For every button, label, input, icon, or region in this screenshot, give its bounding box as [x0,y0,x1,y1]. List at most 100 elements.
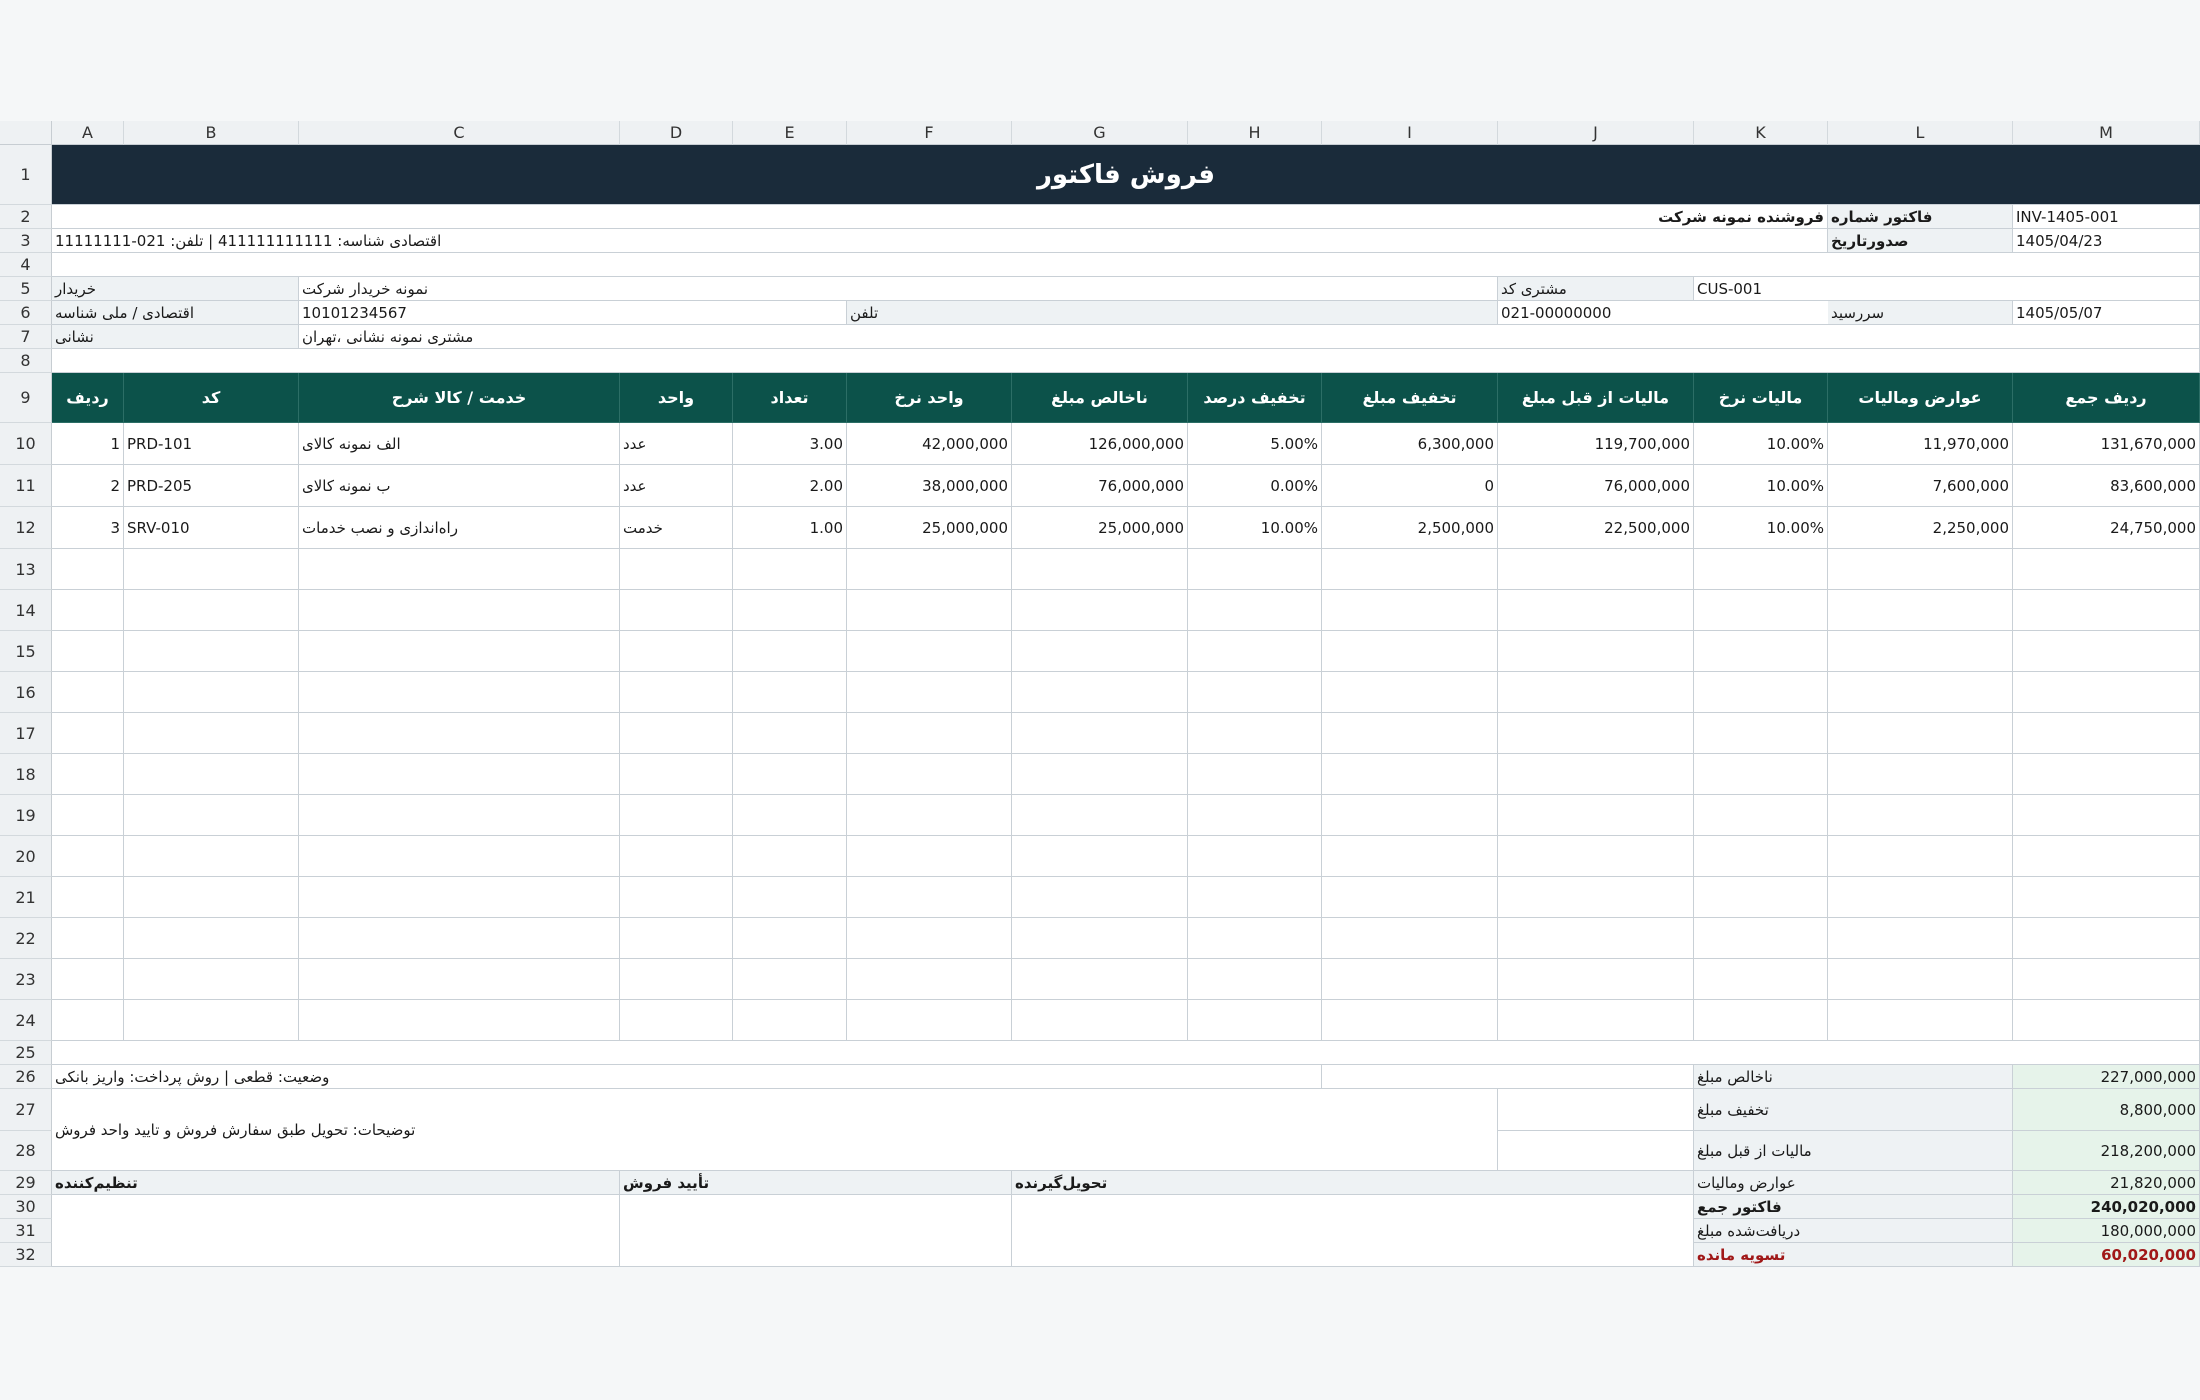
empty-cell[interactable] [1188,795,1322,836]
empty-cell[interactable] [1012,877,1188,918]
row-header-26[interactable]: 26 [0,1065,52,1089]
column-header-D[interactable]: D [620,121,733,145]
empty-cell[interactable] [733,877,847,918]
table-header-7[interactable]: تخفیف درصد [1188,373,1322,423]
table-cell-r3-c1[interactable]: SRV-010 [124,507,299,549]
table-cell-r3-c0[interactable]: 3 [52,507,124,549]
empty-cell[interactable] [2013,1000,2200,1041]
empty-cell[interactable] [124,1000,299,1041]
empty-cell[interactable] [620,877,733,918]
empty-cell[interactable] [1498,1089,1694,1131]
row-header-5[interactable]: 5 [0,277,52,301]
empty-cell[interactable] [1322,918,1498,959]
table-cell-r3-c3[interactable]: خدمت [620,507,733,549]
table-header-6[interactable]: ناخالص مبلغ [1012,373,1188,423]
empty-cell[interactable] [299,713,620,754]
summary-label-4[interactable]: فاکتور جمع [1694,1195,2013,1219]
empty-cell[interactable] [733,918,847,959]
column-header-G[interactable]: G [1012,121,1188,145]
column-header-C[interactable]: C [299,121,620,145]
empty-cell[interactable] [1322,795,1498,836]
table-cell-r2-c1[interactable]: PRD-205 [124,465,299,507]
table-cell-r1-c4[interactable]: 3.00 [733,423,847,465]
row-header-20[interactable]: 20 [0,836,52,877]
row-header-17[interactable]: 17 [0,713,52,754]
customer-code-label[interactable]: مشتری کد [1498,277,1694,301]
empty-cell[interactable] [847,672,1012,713]
empty-cell[interactable] [299,631,620,672]
table-cell-r2-c0[interactable]: 2 [52,465,124,507]
empty-cell[interactable] [1694,836,1828,877]
table-cell-r2-c6[interactable]: 76,000,000 [1012,465,1188,507]
table-cell-r3-c8[interactable]: 2,500,000 [1322,507,1498,549]
empty-cell[interactable] [299,795,620,836]
empty-cell[interactable] [2013,795,2200,836]
row-header-6[interactable]: 6 [0,301,52,325]
column-header-B[interactable]: B [124,121,299,145]
table-cell-r1-c11[interactable]: 11,970,000 [1828,423,2013,465]
sig-receiver-box[interactable] [1012,1195,1694,1267]
empty-cell[interactable] [620,959,733,1000]
empty-cell[interactable] [124,959,299,1000]
empty-cell[interactable] [620,754,733,795]
empty-cell[interactable] [1828,713,2013,754]
empty-cell[interactable] [1694,795,1828,836]
table-cell-r3-c4[interactable]: 1.00 [733,507,847,549]
spreadsheet-grid[interactable]: A B C D E F G H I J K L M 1 2 3 4 5 6 7 8 9 10 11 12 13 14 15 16 17 18… [0,0,2200,1400]
empty-cell[interactable] [1828,918,2013,959]
empty-cell[interactable] [124,631,299,672]
notes-text[interactable]: توضیحات: تحویل طبق سفارش فروش و تایید وا… [52,1089,1498,1171]
empty-cell[interactable] [2013,549,2200,590]
table-cell-r2-c4[interactable]: 2.00 [733,465,847,507]
empty-cell[interactable] [1828,631,2013,672]
empty-cell[interactable] [733,590,847,631]
empty-cell[interactable] [52,590,124,631]
empty-cell[interactable] [1498,795,1694,836]
table-cell-r3-c12[interactable]: 24,750,000 [2013,507,2200,549]
phone-label[interactable]: تلفن [847,301,1498,325]
summary-value-3[interactable]: 21,820,000 [2013,1171,2200,1195]
empty-cell[interactable] [847,549,1012,590]
empty-cell[interactable] [1322,877,1498,918]
empty-cell[interactable] [1498,918,1694,959]
empty-cell[interactable] [1012,672,1188,713]
column-header-H[interactable]: H [1188,121,1322,145]
row-header-28[interactable]: 28 [0,1131,52,1171]
empty-cell[interactable] [733,672,847,713]
invoice-title[interactable]: فروش فاکتور [52,145,2200,205]
empty-cell[interactable] [299,959,620,1000]
empty-cell[interactable] [733,754,847,795]
buyer-label[interactable]: خریدار [52,277,299,301]
empty-cell[interactable] [733,836,847,877]
empty-cell[interactable] [1498,631,1694,672]
row-header-13[interactable]: 13 [0,549,52,590]
table-cell-r2-c2[interactable]: ب نمونه کالای [299,465,620,507]
empty-cell[interactable] [52,672,124,713]
row-header-16[interactable]: 16 [0,672,52,713]
empty-cell[interactable] [1012,631,1188,672]
seller-name[interactable]: فروشنده نمونه شرکت [52,205,1828,229]
sig-sales-label[interactable]: تأیید فروش [620,1171,1012,1195]
empty-cell[interactable] [52,713,124,754]
empty-cell[interactable] [2013,631,2200,672]
empty-cell[interactable] [1694,713,1828,754]
sig-receiver-label[interactable]: تحویل‌گیرنده [1012,1171,1694,1195]
empty-cell[interactable] [1498,877,1694,918]
empty-cell[interactable] [1498,672,1694,713]
table-cell-r3-c5[interactable]: 25,000,000 [847,507,1012,549]
empty-cell[interactable] [2013,672,2200,713]
empty-cell[interactable] [1322,754,1498,795]
row-header-15[interactable]: 15 [0,631,52,672]
empty-cell[interactable] [52,877,124,918]
empty-cell[interactable] [847,959,1012,1000]
empty-cell[interactable] [733,1000,847,1041]
table-cell-r1-c5[interactable]: 42,000,000 [847,423,1012,465]
table-cell-r2-c3[interactable]: عدد [620,465,733,507]
empty-cell[interactable] [52,959,124,1000]
empty-cell[interactable] [733,549,847,590]
empty-cell[interactable] [847,590,1012,631]
table-cell-r2-c12[interactable]: 83,600,000 [2013,465,2200,507]
row-header-14[interactable]: 14 [0,590,52,631]
empty-cell[interactable] [1694,590,1828,631]
empty-cell[interactable] [847,795,1012,836]
